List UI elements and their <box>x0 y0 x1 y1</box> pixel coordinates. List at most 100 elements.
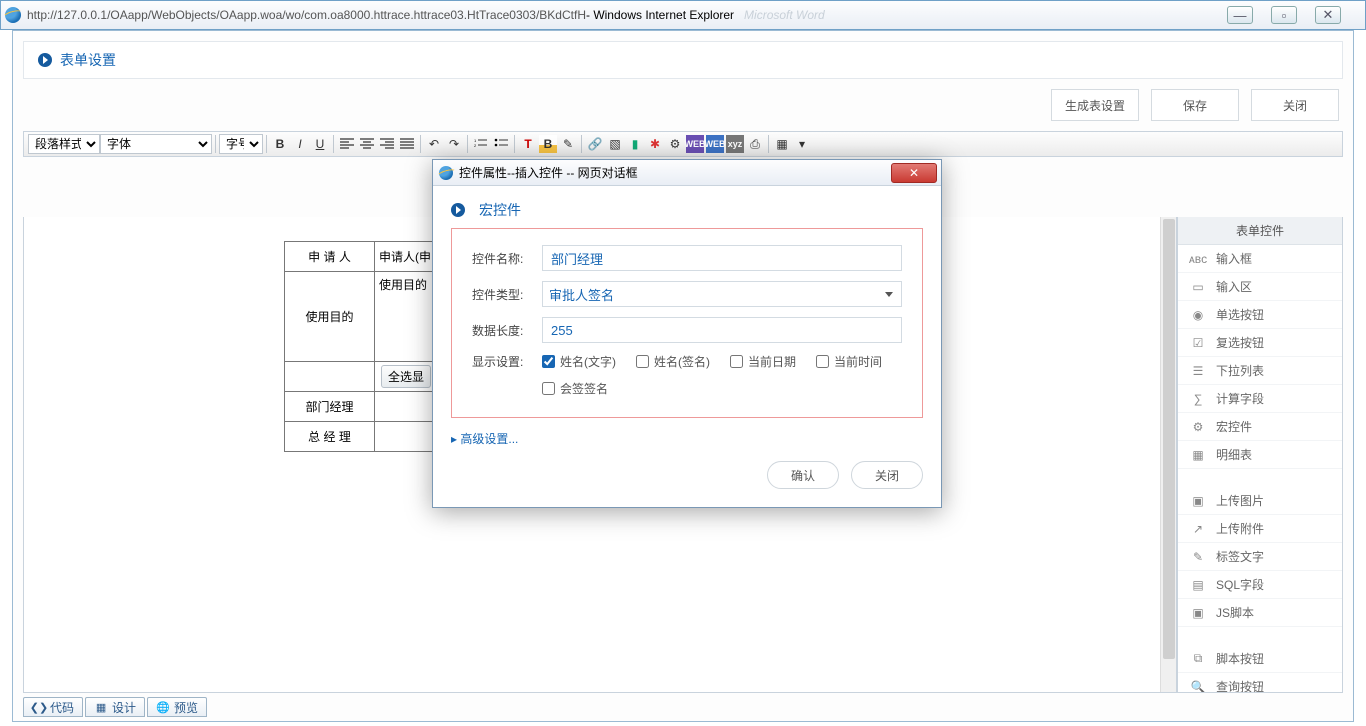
gear-icon: ⚙ <box>1190 420 1206 434</box>
display-setting-label: 显示设置: <box>472 353 542 370</box>
close-button[interactable]: 关闭 <box>1251 89 1339 121</box>
close-window-button[interactable]: ✕ <box>1315 6 1341 24</box>
attach-icon: ↗ <box>1190 522 1206 536</box>
js-icon: ▣ <box>1190 606 1206 620</box>
bold-icon[interactable]: B <box>271 135 289 153</box>
font-color-icon[interactable]: T <box>519 135 537 153</box>
table-icon[interactable]: ▦ <box>773 135 791 153</box>
dialog-title: 控件属性--插入控件 -- 网页对话框 <box>459 164 638 181</box>
unordered-list-icon[interactable] <box>492 135 510 153</box>
abc-icon: ᴀʙᴄ <box>1190 252 1206 266</box>
align-right-icon[interactable] <box>378 135 396 153</box>
data-length-label: 数据长度: <box>472 322 542 339</box>
canvas-scrollbar[interactable] <box>1160 217 1176 692</box>
purpose-label: 使用目的 <box>285 272 375 362</box>
palette-macro[interactable]: ⚙宏控件 <box>1178 413 1342 441</box>
settings-icon[interactable]: ⚙ <box>666 135 684 153</box>
palette-sql[interactable]: ▤SQL字段 <box>1178 571 1342 599</box>
undo-icon[interactable]: ↶ <box>425 135 443 153</box>
xyz-icon[interactable]: xyz <box>726 135 744 153</box>
rect-icon: ▭ <box>1190 280 1206 294</box>
image-up-icon: ▣ <box>1190 494 1206 508</box>
chk-current-time[interactable]: 当前时间 <box>816 353 882 370</box>
dialog-ie-icon <box>439 166 453 180</box>
dialog-close-button[interactable]: ✕ <box>891 163 937 183</box>
list-icon: ☰ <box>1190 364 1206 378</box>
palette-query-btn[interactable]: 🔍查询按钮 <box>1178 673 1342 693</box>
chk-counter-sign[interactable]: 会签签名 <box>542 380 608 397</box>
check-icon: ☑ <box>1190 336 1206 350</box>
palette-select[interactable]: ☰下拉列表 <box>1178 357 1342 385</box>
underline-icon[interactable]: U <box>311 135 329 153</box>
save-button[interactable]: 保存 <box>1151 89 1239 121</box>
gm-label: 总 经 理 <box>285 422 375 452</box>
palette-upload-file[interactable]: ↗上传附件 <box>1178 515 1342 543</box>
link-icon[interactable]: 🔗 <box>586 135 604 153</box>
chart-icon[interactable]: ▮ <box>626 135 644 153</box>
chk-current-date[interactable]: 当前日期 <box>730 353 796 370</box>
db-icon: ▤ <box>1190 578 1206 592</box>
design-icon: ▦ <box>94 700 108 714</box>
web2-icon[interactable]: WEB <box>706 135 724 153</box>
tab-code[interactable]: ❮❯代码 <box>23 697 83 717</box>
font-size-select[interactable]: 字号 <box>219 134 263 154</box>
palette-header: 表单控件 <box>1178 217 1342 245</box>
collapse-icon[interactable] <box>38 53 52 67</box>
redo-icon[interactable]: ↷ <box>445 135 463 153</box>
more-icon[interactable]: ▾ <box>793 135 811 153</box>
gen-table-button[interactable]: 生成表设置 <box>1051 89 1139 121</box>
palette-detail-table[interactable]: ▦明细表 <box>1178 441 1342 469</box>
page-title: 表单设置 <box>60 50 116 70</box>
tab-design[interactable]: ▦设计 <box>85 697 145 717</box>
dialog-titlebar[interactable]: 控件属性--插入控件 -- 网页对话框 ✕ <box>433 160 941 186</box>
align-left-icon[interactable] <box>338 135 356 153</box>
title-suffix: - Windows Internet Explorer <box>586 8 734 22</box>
control-palette: 表单控件 ᴀʙᴄ输入框 ▭输入区 ◉单选按钮 ☑复选按钮 ☰下拉列表 ∑计算字段… <box>1177 217 1343 693</box>
palette-upload-image[interactable]: ▣上传图片 <box>1178 487 1342 515</box>
ordered-list-icon[interactable]: 12 <box>472 135 490 153</box>
globe-icon: 🌐 <box>156 700 170 714</box>
image-icon[interactable]: ▧ <box>606 135 624 153</box>
palette-js[interactable]: ▣JS脚本 <box>1178 599 1342 627</box>
window-titlebar: http://127.0.0.1/OAapp/WebObjects/OAapp.… <box>0 0 1366 30</box>
align-justify-icon[interactable] <box>398 135 416 153</box>
dialog-cancel-button[interactable]: 关闭 <box>851 461 923 489</box>
paragraph-style-select[interactable]: 段落样式 <box>28 134 100 154</box>
palette-calc[interactable]: ∑计算字段 <box>1178 385 1342 413</box>
palette-textarea[interactable]: ▭输入区 <box>1178 273 1342 301</box>
data-length-input[interactable] <box>542 317 902 343</box>
control-type-select[interactable]: 审批人签名 <box>542 281 902 307</box>
palette-checkbox[interactable]: ☑复选按钮 <box>1178 329 1342 357</box>
palette-script-btn[interactable]: ⧉脚本按钮 <box>1178 645 1342 673</box>
copy-icon: ⧉ <box>1190 652 1206 666</box>
print-icon[interactable]: ⎙ <box>746 135 764 153</box>
web-icon[interactable]: WEB <box>686 135 704 153</box>
code-icon: ❮❯ <box>32 700 46 714</box>
align-center-icon[interactable] <box>358 135 376 153</box>
search-icon: 🔍 <box>1190 680 1206 694</box>
ie-icon <box>5 7 21 23</box>
chk-name-text[interactable]: 姓名(文字) <box>542 353 616 370</box>
palette-input-text[interactable]: ᴀʙᴄ输入框 <box>1178 245 1342 273</box>
bg-color-icon[interactable]: B <box>539 135 557 153</box>
advanced-settings-link[interactable]: ▸ 高级设置... <box>451 430 518 447</box>
tab-preview[interactable]: 🌐预览 <box>147 697 207 717</box>
eraser-icon[interactable]: ✎ <box>559 135 577 153</box>
minimize-button[interactable]: — <box>1227 6 1253 24</box>
palette-label[interactable]: ✎标签文字 <box>1178 543 1342 571</box>
calc-icon: ∑ <box>1190 392 1206 406</box>
control-name-input[interactable] <box>542 245 902 271</box>
editor-toolbar: 段落样式 字体 字号 B I U ↶ ↷ 12 T B ✎ 🔗 ▧ <box>23 131 1343 157</box>
scrollbar-thumb[interactable] <box>1163 219 1175 659</box>
palette-radio[interactable]: ◉单选按钮 <box>1178 301 1342 329</box>
radio-icon: ◉ <box>1190 308 1206 322</box>
grid-icon: ▦ <box>1190 448 1206 462</box>
italic-icon[interactable]: I <box>291 135 309 153</box>
maximize-button[interactable]: ▫ <box>1271 6 1297 24</box>
dialog-ok-button[interactable]: 确认 <box>767 461 839 489</box>
font-select[interactable]: 字体 <box>100 134 212 154</box>
select-all-button[interactable]: 全选显 <box>381 365 431 388</box>
media-icon[interactable]: ✱ <box>646 135 664 153</box>
chk-name-sign[interactable]: 姓名(签名) <box>636 353 710 370</box>
control-name-label: 控件名称: <box>472 250 542 267</box>
